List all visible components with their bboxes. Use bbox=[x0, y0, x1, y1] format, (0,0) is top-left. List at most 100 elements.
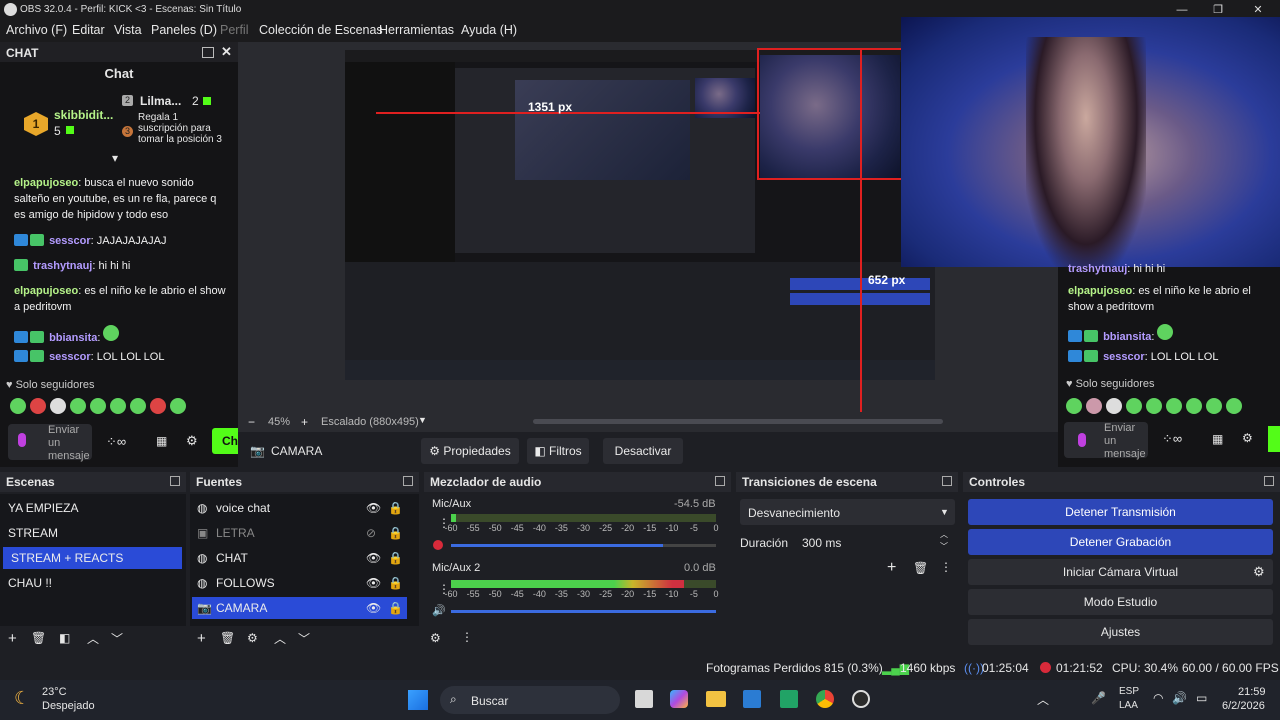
mute-icon[interactable] bbox=[433, 540, 443, 550]
lang-primary[interactable]: ESP bbox=[1119, 686, 1139, 697]
store-icon[interactable]: ▦ bbox=[1212, 432, 1223, 446]
menu-editar[interactable]: Editar bbox=[72, 23, 105, 37]
properties-button[interactable]: ⚙ Propiedades bbox=[421, 438, 519, 464]
close-window-button[interactable]: ✕ bbox=[1246, 2, 1270, 18]
settings-icon[interactable]: ⚙ bbox=[1242, 431, 1253, 445]
kebab-icon[interactable]: ⋮ bbox=[940, 560, 952, 574]
chat-username[interactable]: sesscor bbox=[1103, 351, 1145, 363]
deactivate-button[interactable]: Desactivar bbox=[603, 438, 683, 464]
windows-start-icon[interactable] bbox=[408, 690, 428, 710]
maximize-button[interactable]: ❐ bbox=[1206, 2, 1230, 18]
trash-icon[interactable]: 🗑 bbox=[913, 561, 928, 575]
add-icon[interactable]: + bbox=[887, 559, 896, 577]
gear-icon[interactable]: ⚙ bbox=[247, 631, 258, 645]
battery-icon[interactable]: ▭ bbox=[1196, 691, 1207, 705]
source-item[interactable]: CHAT ◍ 👁 🔒 bbox=[190, 547, 419, 569]
copilot-icon[interactable] bbox=[670, 690, 688, 708]
chevron-up-icon[interactable]: ︿ bbox=[1037, 691, 1049, 708]
emote-bar[interactable] bbox=[10, 398, 220, 416]
chat-input[interactable]: Enviar un mensaje bbox=[1064, 422, 1148, 460]
filter-icon[interactable]: ◧ bbox=[59, 631, 70, 645]
stop-recording-button[interactable]: Detener Grabación bbox=[968, 529, 1273, 555]
close-icon[interactable]: ✕ bbox=[221, 44, 232, 60]
weather-temp[interactable]: 23°C bbox=[42, 686, 67, 698]
source-item[interactable]: FOLLOWS ◍ 👁 🔒 bbox=[190, 572, 419, 594]
excel-icon[interactable] bbox=[780, 690, 798, 708]
expand-icon[interactable]: ▾ bbox=[112, 151, 118, 165]
lang-secondary[interactable]: LAA bbox=[1119, 700, 1138, 711]
add-icon[interactable]: + bbox=[197, 630, 206, 647]
store-icon[interactable]: ▦ bbox=[156, 434, 167, 448]
scene-item-selected[interactable]: STREAM + REACTS bbox=[3, 547, 182, 569]
popout-icon[interactable] bbox=[1264, 476, 1274, 486]
horizontal-scrollbar[interactable] bbox=[533, 419, 943, 424]
weather-icon[interactable]: ☾ bbox=[14, 688, 30, 709]
move-down-icon[interactable]: ﹀ bbox=[111, 630, 123, 647]
chat-username[interactable]: trashytnauj bbox=[1068, 263, 1127, 275]
microphone-icon[interactable]: 🎤 bbox=[1091, 691, 1106, 705]
popout-icon[interactable] bbox=[170, 476, 180, 486]
scene-item[interactable]: YA EMPIEZA bbox=[0, 497, 186, 519]
chat-username[interactable]: sesscor bbox=[49, 235, 91, 247]
spin-up-icon[interactable]: ︿ bbox=[940, 529, 948, 540]
stop-streaming-button[interactable]: Detener Transmisión bbox=[968, 499, 1273, 525]
chat-username[interactable]: elpapujoseo bbox=[1068, 285, 1132, 297]
infinity-icon[interactable]: ⁘∞ bbox=[106, 434, 126, 450]
zoom-out-button[interactable]: − bbox=[248, 415, 255, 429]
spin-down-icon[interactable]: ﹀ bbox=[940, 541, 948, 552]
wifi-icon[interactable]: ◠ bbox=[1153, 691, 1163, 705]
menu-herramientas[interactable]: Herramientas bbox=[379, 23, 454, 37]
clock-date[interactable]: 6/2/2026 bbox=[1222, 700, 1265, 712]
add-icon[interactable]: + bbox=[8, 630, 17, 647]
gear-icon[interactable]: ⚙ bbox=[1253, 564, 1265, 580]
minimize-button[interactable]: — bbox=[1170, 2, 1194, 18]
filters-button[interactable]: ◧ Filtros bbox=[527, 438, 589, 464]
volume-slider[interactable] bbox=[451, 544, 716, 547]
source-item-selected[interactable]: CAMARA 📷 👁 🔒 bbox=[192, 597, 407, 619]
chrome-icon[interactable] bbox=[816, 690, 834, 708]
menu-vista[interactable]: Vista bbox=[114, 23, 142, 37]
chat-send-button[interactable] bbox=[1268, 426, 1280, 452]
kebab-icon[interactable]: ⋮ bbox=[461, 630, 473, 644]
infinity-icon[interactable]: ⁘∞ bbox=[1162, 431, 1182, 447]
chat-username[interactable]: elpapujoseo bbox=[14, 177, 78, 189]
gifter-2-name[interactable]: Lilma... bbox=[140, 94, 181, 108]
move-up-icon[interactable]: ︿ bbox=[274, 630, 286, 647]
scene-item[interactable]: CHAU !! bbox=[0, 572, 186, 594]
move-down-icon[interactable]: ﹀ bbox=[298, 630, 310, 647]
menu-perfil[interactable]: Perfil bbox=[220, 23, 248, 37]
top-gifter-name[interactable]: skibbidit... bbox=[54, 108, 113, 122]
settings-button[interactable]: Ajustes bbox=[968, 619, 1273, 645]
speaker-icon[interactable]: 🔊 bbox=[432, 604, 446, 617]
menu-ayuda[interactable]: Ayuda (H) bbox=[461, 23, 517, 37]
chat-username[interactable]: bbiansita bbox=[1103, 331, 1151, 343]
duration-input[interactable]: 300 ms ︿ ﹀ bbox=[792, 529, 955, 555]
popout-icon[interactable] bbox=[202, 47, 214, 58]
file-explorer-icon[interactable] bbox=[706, 691, 726, 707]
chat-username[interactable]: bbiansita bbox=[49, 332, 97, 344]
taskbar-search[interactable]: ⌕ Buscar bbox=[440, 686, 620, 714]
transition-select[interactable]: Desvanecimiento ▼ bbox=[740, 499, 955, 525]
chat-send-button[interactable]: Ch bbox=[212, 428, 238, 454]
word-icon[interactable] bbox=[743, 690, 761, 708]
zoom-in-button[interactable]: + bbox=[301, 415, 308, 429]
chevron-down-icon[interactable]: ▼ bbox=[418, 415, 427, 425]
scale-mode[interactable]: Escalado (880x495) bbox=[321, 416, 419, 428]
obs-taskbar-icon[interactable] bbox=[852, 690, 870, 708]
menu-archivo[interactable]: Archivo (F) bbox=[6, 23, 67, 37]
chat-username[interactable]: elpapujoseo bbox=[14, 285, 78, 297]
move-up-icon[interactable]: ︿ bbox=[87, 630, 99, 647]
popout-icon[interactable] bbox=[942, 476, 952, 486]
menu-coleccion[interactable]: Colección de Escenas bbox=[259, 23, 383, 37]
volume-icon[interactable]: 🔊 bbox=[1172, 691, 1187, 705]
trash-icon[interactable]: 🗑 bbox=[220, 631, 235, 645]
volume-slider[interactable] bbox=[451, 610, 716, 613]
chat-input[interactable]: Enviar un mensaje bbox=[8, 424, 92, 462]
scene-item[interactable]: STREAM bbox=[0, 522, 186, 544]
trash-icon[interactable]: 🗑 bbox=[31, 631, 46, 645]
menu-paneles[interactable]: Paneles (D) bbox=[151, 23, 217, 37]
source-item[interactable]: voice chat ◍ 👁 🔒 bbox=[190, 497, 419, 519]
popout-icon[interactable] bbox=[715, 476, 725, 486]
weather-desc[interactable]: Despejado bbox=[42, 700, 95, 712]
settings-icon[interactable]: ⚙ bbox=[186, 433, 198, 449]
